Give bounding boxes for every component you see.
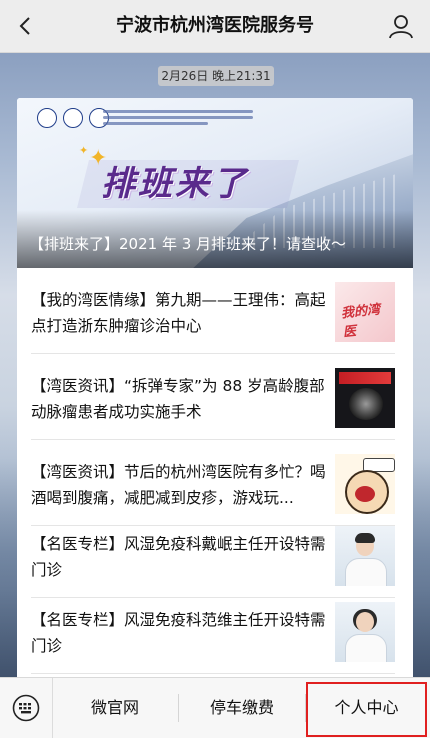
- article-title: 【名医专栏】风湿免疫科范维主任开设特需门诊: [31, 611, 326, 655]
- article-card: ✦ ✦ 排班来了 【排班来了】2021 年 3 月排班来了！请查收～ 【我的湾医…: [17, 98, 413, 678]
- menu-item-micro-site[interactable]: 微官网: [52, 678, 178, 738]
- article-item[interactable]: 【湾医资讯】“拆弹专家”为 88 岁高龄腹部动脉瘤患者成功实施手术: [17, 354, 413, 440]
- selection-highlight: [306, 682, 427, 737]
- account-title: 宁波市杭州湾医院服务号: [116, 15, 314, 36]
- article-title: 【名医专栏】风湿免疫科戴岷主任开设特需门诊: [31, 535, 326, 579]
- menu-item-parking-payment[interactable]: 停车缴费: [179, 678, 305, 738]
- article-thumbnail: [335, 454, 395, 514]
- keyboard-icon[interactable]: [0, 678, 53, 738]
- doctor-photo: [335, 526, 395, 586]
- article-title: 【湾医资讯】“拆弹专家”为 88 岁高龄腹部动脉瘤患者成功实施手术: [31, 377, 325, 421]
- chevron-left-icon[interactable]: [10, 10, 42, 42]
- featured-article-banner[interactable]: ✦ ✦ 排班来了 【排班来了】2021 年 3 月排班来了！请查收～: [17, 98, 413, 268]
- message-timestamp: 2月26日 晚上21:31: [158, 66, 274, 86]
- article-title: 【湾医资讯】节后的杭州湾医院有多忙？喝酒喝到腹痛，减肥减到皮疹，游戏玩...: [31, 463, 326, 507]
- article-item[interactable]: 【名医专栏】风湿免疫科戴岷主任开设特需门诊: [17, 512, 413, 598]
- article-item[interactable]: 【名医专栏】风湿免疫科范维主任开设特需门诊: [17, 588, 413, 674]
- hospital-logos: [37, 108, 109, 128]
- user-icon[interactable]: [386, 11, 416, 41]
- sparkle-icon: ✦: [79, 144, 89, 157]
- article-title: 【我的湾医情缘】第九期——王理伟：高起点打造浙东肿瘤诊治中心: [31, 291, 326, 335]
- article-thumbnail: 我的湾医: [335, 282, 395, 342]
- article-item[interactable]: 【我的湾医情缘】第九期——王理伟：高起点打造浙东肿瘤诊治中心 我的湾医: [17, 268, 413, 354]
- doctor-photo: [335, 602, 395, 662]
- article-thumbnail: [335, 368, 395, 428]
- logo-text-decoration: [103, 107, 253, 128]
- featured-article-title: 【排班来了】2021 年 3 月排班来了！请查收～: [29, 235, 347, 253]
- top-navigation-bar: 宁波市杭州湾医院服务号: [0, 0, 430, 53]
- banner-headline: 排班来了: [101, 164, 249, 204]
